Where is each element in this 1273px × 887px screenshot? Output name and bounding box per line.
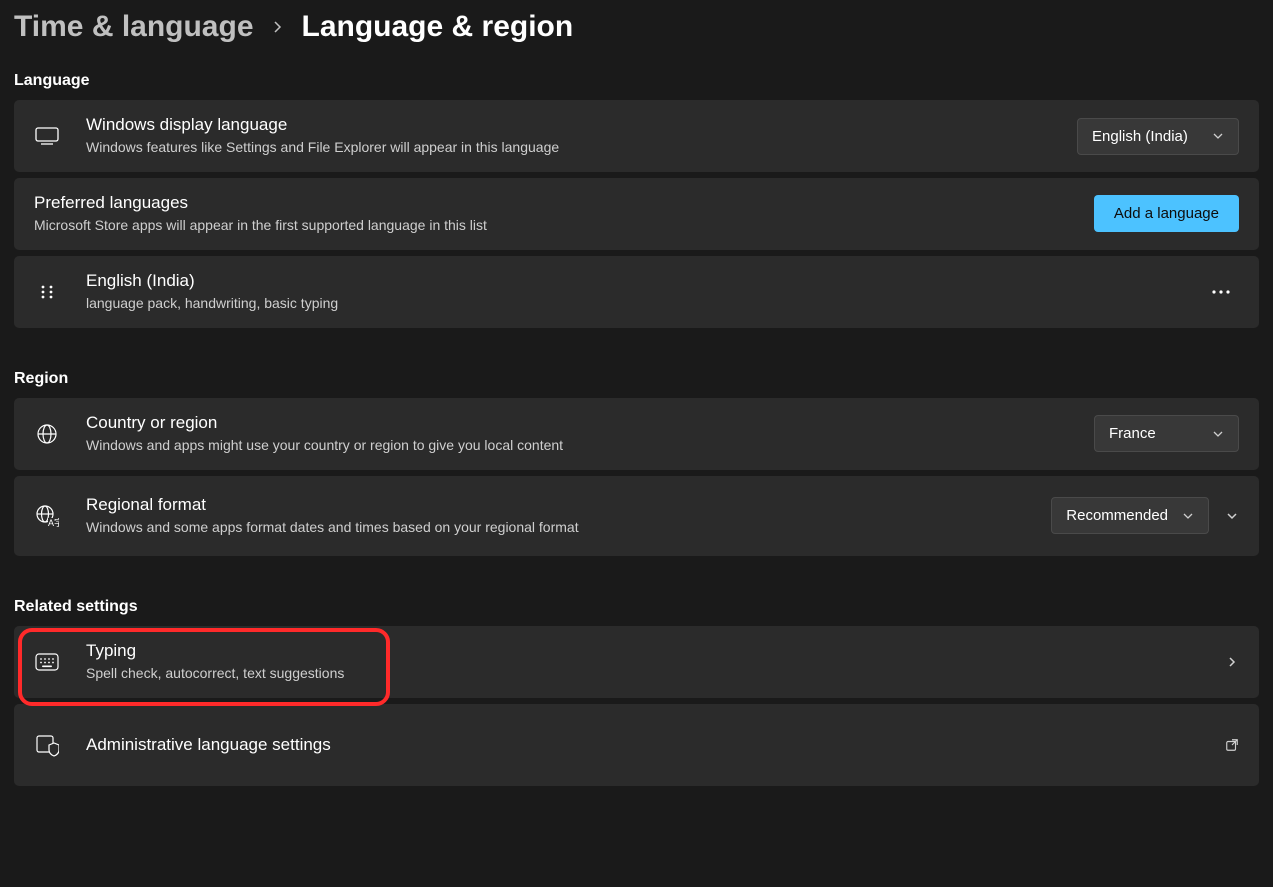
drag-handle-icon[interactable]	[34, 284, 60, 300]
country-sub: Windows and apps might use your country …	[86, 436, 1094, 456]
monitor-icon	[34, 126, 60, 146]
country-selected: France	[1109, 425, 1156, 442]
display-language-dropdown[interactable]: English (India)	[1077, 118, 1239, 155]
section-heading-region: Region	[14, 370, 1259, 388]
add-language-button[interactable]: Add a language	[1094, 195, 1239, 232]
preferred-languages-sub: Microsoft Store apps will appear in the …	[34, 216, 1094, 236]
external-link-icon	[1225, 738, 1239, 752]
breadcrumb: Time & language Language & region	[14, 10, 1259, 44]
regional-format-title: Regional format	[86, 494, 1051, 516]
typing-title: Typing	[86, 640, 1225, 662]
regional-format-sub: Windows and some apps format dates and t…	[86, 518, 1051, 538]
typing-sub: Spell check, autocorrect, text suggestio…	[86, 664, 1225, 684]
breadcrumb-current: Language & region	[302, 10, 574, 44]
country-title: Country or region	[86, 412, 1094, 434]
preferred-languages-title: Preferred languages	[34, 192, 1094, 214]
display-language-selected: English (India)	[1092, 128, 1188, 145]
typing-link-card[interactable]: Typing Spell check, autocorrect, text su…	[14, 626, 1259, 698]
display-language-title: Windows display language	[86, 114, 1077, 136]
admin-shield-icon	[34, 733, 60, 757]
chevron-right-icon	[272, 21, 284, 33]
expand-chevron-icon[interactable]	[1225, 509, 1239, 523]
chevron-right-icon	[1225, 655, 1239, 669]
language-item-sub: language pack, handwriting, basic typing	[86, 294, 1203, 314]
country-card: Country or region Windows and apps might…	[14, 398, 1259, 470]
display-language-sub: Windows features like Settings and File …	[86, 138, 1077, 158]
chevron-down-icon	[1182, 510, 1194, 522]
regional-format-selected: Recommended	[1066, 507, 1168, 524]
section-heading-related: Related settings	[14, 598, 1259, 616]
globe-icon	[34, 423, 60, 445]
breadcrumb-parent[interactable]: Time & language	[14, 10, 254, 44]
language-item-card[interactable]: English (India) language pack, handwriti…	[14, 256, 1259, 328]
display-language-card: Windows display language Windows feature…	[14, 100, 1259, 172]
keyboard-icon	[34, 653, 60, 671]
country-dropdown[interactable]: France	[1094, 415, 1239, 452]
svg-text:A字: A字	[48, 517, 59, 528]
language-item-title: English (India)	[86, 270, 1203, 292]
section-heading-language: Language	[14, 72, 1259, 90]
globe-text-icon: A字	[34, 504, 60, 528]
chevron-down-icon	[1212, 428, 1224, 440]
admin-title: Administrative language settings	[86, 734, 1225, 756]
chevron-down-icon	[1212, 130, 1224, 142]
preferred-languages-card: Preferred languages Microsoft Store apps…	[14, 178, 1259, 250]
regional-format-dropdown[interactable]: Recommended	[1051, 497, 1209, 534]
admin-language-card[interactable]: Administrative language settings	[14, 704, 1259, 786]
more-options-button[interactable]	[1203, 285, 1239, 299]
regional-format-card: A字 Regional format Windows and some apps…	[14, 476, 1259, 556]
